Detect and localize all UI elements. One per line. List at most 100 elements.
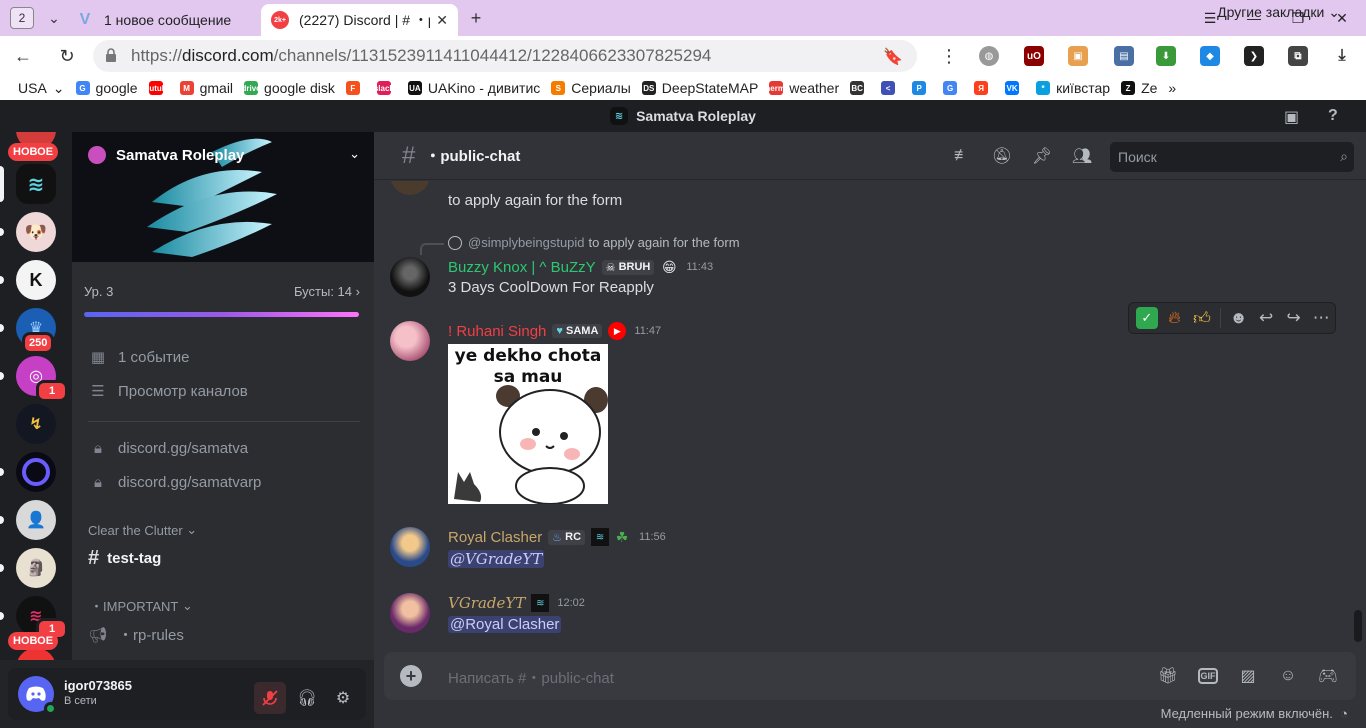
user-mention[interactable]: @Royal Clasher (448, 616, 562, 633)
gif-attachment[interactable]: ye dekho chota sa mau (448, 344, 608, 504)
bookmark-item[interactable]: < (881, 81, 901, 95)
channel-rp-rules[interactable]: 📢︎ ・rp-rules (88, 624, 183, 645)
scrollbar[interactable] (1354, 610, 1362, 642)
download-extension-icon[interactable]: ⬇ (1156, 46, 1176, 66)
search-input[interactable]: Поиск ⌕ (1110, 142, 1354, 172)
more-options-icon[interactable]: ⋯ (1307, 304, 1335, 332)
server-k[interactable]: K (16, 260, 56, 300)
bookmark-item[interactable]: BC (850, 81, 870, 95)
bookmark-item[interactable]: UA UAKino - дивитис (407, 80, 540, 96)
extension-icon[interactable]: ❯ (1244, 46, 1264, 66)
bookmark-item[interactable]: S Сериалы (551, 80, 631, 96)
category-clear-the-clutter[interactable]: Clear the Clutter ⌄ (88, 522, 197, 538)
server-name-header[interactable]: Samatva Roleplay (88, 146, 244, 164)
member-list-icon[interactable]: 👥︎ (1070, 144, 1094, 168)
diamond-extension-icon[interactable]: ◆ (1200, 46, 1220, 66)
reload-icon[interactable]: ↻ (52, 41, 82, 71)
bookmark-item[interactable]: G (943, 81, 963, 95)
bookmark-item[interactable]: slack (374, 81, 397, 95)
globe-extension-icon[interactable]: ◍ (979, 46, 999, 66)
tab-count-button[interactable]: 2 (10, 7, 34, 29)
events-item[interactable]: ▦ 1 событие (88, 348, 190, 367)
headphones-button[interactable]: 🎧︎ (291, 682, 323, 714)
threads-icon[interactable]: ≢ (950, 144, 974, 168)
avatar[interactable] (390, 527, 430, 567)
message-author[interactable]: VGradeYT (448, 594, 525, 612)
url-field[interactable]: https://discord.com/channels/11315239114… (93, 40, 917, 72)
bookmark-item[interactable]: * київстар (1036, 80, 1110, 96)
server-ring[interactable] (16, 452, 56, 492)
extension-icon[interactable]: ▣ (1068, 46, 1088, 66)
user-mention[interactable]: @VGradeYT (448, 550, 545, 568)
reply-icon[interactable]: ↩ (1252, 304, 1280, 332)
add-reaction-icon[interactable]: ☻ (1225, 304, 1253, 332)
bookmark-item[interactable]: DS DeepStateMAP (641, 80, 758, 96)
settings-gear-icon[interactable]: ⚙ (327, 682, 359, 714)
check-reaction-button[interactable]: ✓ (1136, 307, 1158, 329)
bookmark-item[interactable]: thermo weather (763, 80, 839, 96)
ublock-extension-icon[interactable]: uO (1024, 46, 1044, 66)
bookmark-item[interactable]: Z Ze (1121, 80, 1157, 96)
browser-tab-2[interactable]: 2k+ (2227) Discord | # ・pub ✕ (261, 4, 458, 36)
gift-icon[interactable]: 🎁︎ (1156, 664, 1180, 688)
inbox-icon[interactable]: ▣ (1284, 107, 1299, 127)
message-composer[interactable]: + Написать #・public-chat 🎁︎ GIF ▨ ☺ 🎮︎ (384, 652, 1356, 700)
tab-list-chevron-icon[interactable]: ⌄ (42, 10, 66, 27)
extension-icon[interactable]: ▤ (1114, 46, 1134, 66)
browser-tab-1[interactable]: V 1 новое сообщение (66, 4, 261, 36)
chevron-down-icon[interactable]: ⌄ (349, 146, 360, 162)
bookmark-item[interactable]: youtube (140, 81, 171, 95)
avatar[interactable] (390, 321, 430, 361)
message-author[interactable]: Buzzy Knox | ^ BuZzY (448, 259, 596, 276)
server-banner[interactable]: Samatva Roleplay ⌄ (72, 132, 374, 262)
fire-reaction-button[interactable]: 🔥︎ (1161, 304, 1189, 332)
help-icon[interactable]: ? (1328, 107, 1338, 125)
new-tab-button[interactable]: + (464, 6, 488, 30)
more-bookmarks-icon[interactable]: » (1168, 80, 1176, 96)
bookmark-icon[interactable]: 🔖 (883, 47, 903, 67)
message-author[interactable]: ! Ruhani Singh (448, 323, 546, 340)
bookmark-item[interactable]: USA ⌄ (18, 80, 65, 97)
message-author[interactable]: Royal Clasher (448, 529, 542, 546)
avatar[interactable] (390, 593, 430, 633)
username[interactable]: igor073865 (64, 678, 132, 693)
gamepad-icon[interactable]: 🎮︎ (1316, 664, 1340, 688)
sticker-icon[interactable]: ▨ (1236, 664, 1260, 688)
bookmark-item[interactable]: F (345, 81, 366, 95)
notifications-off-icon[interactable]: 🔕︎ (990, 144, 1014, 168)
bookmark-item[interactable]: P (912, 81, 932, 95)
thumbs-up-reaction-button[interactable]: 👍︎ (1188, 304, 1216, 332)
extensions-puzzle-icon[interactable]: ⧉ (1288, 46, 1308, 66)
gif-button[interactable]: GIF (1198, 668, 1218, 684)
avatar[interactable] (18, 676, 57, 715)
channel-invite-1[interactable]: 🔒︎ discord.gg/samatva (88, 440, 248, 457)
more-menu-icon[interactable]: ⋮ (934, 41, 964, 71)
reply-reference[interactable]: @simplybeingstupid to apply again for th… (448, 235, 740, 250)
avatar[interactable] (390, 257, 430, 297)
back-arrow-icon[interactable]: ← (8, 41, 38, 71)
boost-status[interactable]: Ур. 3 Бусты: 14 › (84, 284, 360, 299)
bookmark-item[interactable]: drive google disk (241, 80, 334, 96)
server-dog[interactable]: 🐶 (16, 212, 56, 252)
bookmark-item[interactable]: Я (974, 81, 994, 95)
avatar[interactable] (390, 181, 430, 195)
bookmark-item[interactable]: Ggoogle (75, 80, 138, 96)
channel-test-tag[interactable]: # test-tag (80, 544, 366, 572)
bookmark-item[interactable]: VK (1005, 81, 1025, 95)
server-portrait[interactable]: 👤 (16, 500, 56, 540)
downloads-icon[interactable]: ⤓ (1332, 46, 1352, 66)
emoji-icon[interactable]: ☺ (1276, 664, 1300, 688)
channel-invite-2[interactable]: 🔒︎ discord.gg/samatvarp (88, 474, 261, 491)
bookmark-item[interactable]: Mgmail (179, 80, 233, 96)
forward-icon[interactable]: ↪ (1280, 304, 1308, 332)
upload-plus-icon[interactable]: + (400, 665, 422, 687)
message-input[interactable]: Написать #・public-chat (448, 667, 614, 688)
server-statue[interactable]: 🗿 (16, 548, 56, 588)
server-samatva[interactable]: ≋ (16, 164, 56, 204)
category-important[interactable]: ・IMPORTANT ⌄ (90, 596, 193, 615)
server-lightning[interactable]: ↯ (16, 404, 56, 444)
other-bookmarks-folder[interactable]: Другие закладки ⌄ (1217, 4, 1340, 21)
browse-channels-item[interactable]: ☰ Просмотр каналов (88, 382, 248, 401)
pinned-messages-icon[interactable]: 📌︎ (1030, 144, 1054, 168)
mic-muted-button[interactable] (254, 682, 286, 714)
